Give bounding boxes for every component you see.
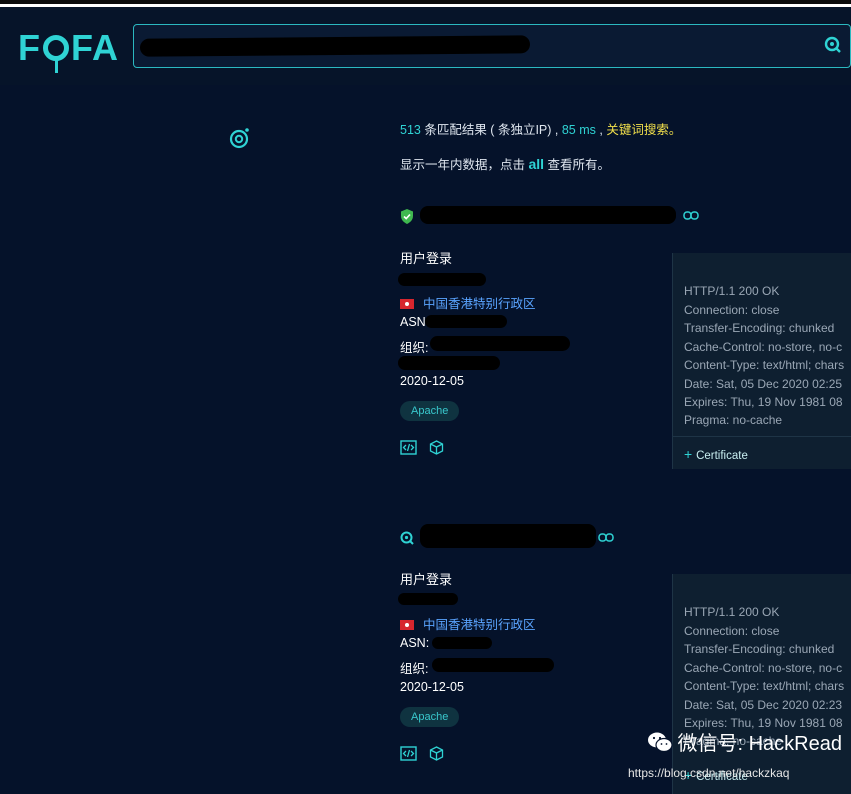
shield-icon xyxy=(401,209,413,224)
redacted-query xyxy=(139,35,531,57)
header-line: Connection: close xyxy=(684,624,780,638)
logo-o-icon xyxy=(43,35,69,73)
results-summary: 513 条匹配结果 ( 条独立IP) , 85 ms , 关键词搜索。 xyxy=(400,119,681,138)
result-location[interactable]: 中国香港特别行政区 xyxy=(400,614,536,633)
header-line: Cache-Control: no-store, no-c xyxy=(684,340,843,354)
wechat-id: 微信号: HackRead xyxy=(677,733,843,755)
asn-label: ASN xyxy=(400,315,426,329)
redacted-ip xyxy=(398,273,486,286)
result-location[interactable]: 中国香港特别行政区 xyxy=(400,293,536,312)
result-actions xyxy=(400,440,444,455)
result-count: 513 xyxy=(400,123,421,137)
redacted-org xyxy=(432,658,554,672)
location-text: 中国香港特别行政区 xyxy=(423,297,536,311)
header-line: Expires: Thu, 19 Nov 1981 08 xyxy=(684,395,843,409)
show-all-link[interactable]: all xyxy=(528,156,544,172)
http-header-panel: HTTP/1.1 200 OK Connection: close Transf… xyxy=(672,253,851,469)
redacted-host xyxy=(420,524,596,548)
keyword-search-link[interactable]: 关键词搜索。 xyxy=(606,123,681,137)
certificate-toggle[interactable]: + Certificate xyxy=(684,446,748,462)
code-icon[interactable] xyxy=(400,746,417,761)
header-line: HTTP/1.1 200 OK xyxy=(684,284,780,298)
fofa-logo[interactable]: F FA xyxy=(18,27,119,73)
notice-before: 显示一年内数据，点击 xyxy=(400,158,529,172)
redacted-asn xyxy=(425,315,507,328)
hk-flag-icon xyxy=(400,299,414,309)
search-icon[interactable] xyxy=(824,36,842,54)
cube-icon[interactable] xyxy=(429,746,444,761)
blog-url-watermark: https://blog.csdn.net/hackzkaq xyxy=(628,766,790,780)
http-header-panel: HTTP/1.1 200 OK Connection: close Transf… xyxy=(672,574,851,794)
header-line: HTTP/1.1 200 OK xyxy=(684,605,780,619)
redacted-org xyxy=(430,336,570,351)
link-icon[interactable] xyxy=(598,533,614,542)
result-title[interactable]: 用户登录 xyxy=(400,248,452,267)
apache-tag[interactable]: Apache xyxy=(400,401,460,421)
query-time: 85 ms xyxy=(561,123,596,137)
result-title[interactable]: 用户登录 xyxy=(400,569,452,588)
header-line: Connection: close xyxy=(684,303,780,317)
result-date: 2020-12-05 xyxy=(400,680,464,694)
code-icon[interactable] xyxy=(400,440,417,455)
redacted-host xyxy=(420,206,676,224)
redacted-ip xyxy=(398,593,458,605)
location-text: 中国香港特别行政区 xyxy=(423,618,536,632)
header-line: Content-Type: text/html; chars xyxy=(684,358,845,372)
cube-icon[interactable] xyxy=(429,440,444,455)
asn-label: ASN: xyxy=(400,636,430,650)
header-line: Date: Sat, 05 Dec 2020 02:25 xyxy=(684,377,843,391)
summary-text: 条匹配结果 ( 条独立IP) , xyxy=(420,123,562,137)
search-icon xyxy=(400,531,414,545)
redacted-asn xyxy=(432,637,492,649)
redacted-org-2 xyxy=(398,356,500,370)
header-line: Content-Type: text/html; chars xyxy=(684,679,845,693)
org-label: 组织: xyxy=(400,341,429,355)
header-line: Cache-Control: no-store, no-c xyxy=(684,661,843,675)
header-line: Date: Sat, 05 Dec 2020 02:23 xyxy=(684,698,843,712)
summary-sep: , xyxy=(595,123,607,137)
apache-tag[interactable]: Apache xyxy=(400,707,460,727)
date-range-notice: 显示一年内数据，点击 all 查看所有。 xyxy=(400,154,610,173)
result-date: 2020-12-05 xyxy=(400,374,464,388)
hk-flag-icon xyxy=(400,620,414,630)
result-actions xyxy=(400,746,444,761)
certificate-label: Certificate xyxy=(696,450,748,462)
wechat-icon xyxy=(647,732,673,753)
link-icon[interactable] xyxy=(683,211,699,220)
header-line: Pragma: no-cache xyxy=(684,413,783,427)
wechat-watermark: 微信号: HackRead xyxy=(646,727,843,756)
org-label: 组织: xyxy=(400,662,429,676)
search-input[interactable] xyxy=(133,24,851,68)
header-line: Transfer-Encoding: chunked xyxy=(684,642,835,656)
filter-target-icon[interactable] xyxy=(229,127,251,149)
notice-after: 查看所有。 xyxy=(544,158,611,172)
plus-icon: + xyxy=(684,446,697,462)
panel-divider xyxy=(673,436,851,437)
header-line: Transfer-Encoding: chunked xyxy=(684,321,835,335)
